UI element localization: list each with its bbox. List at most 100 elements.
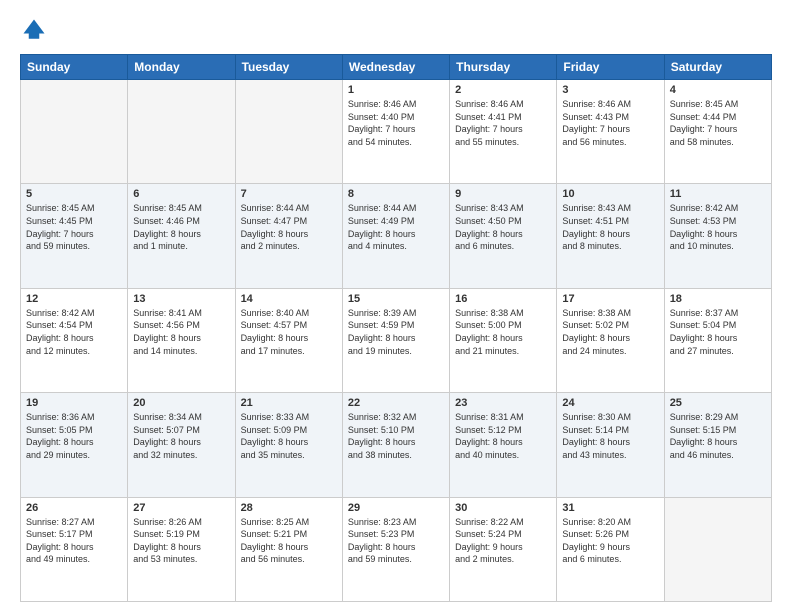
day-cell: 24 Sunrise: 8:30 AM Sunset: 5:14 PM Dayli… — [557, 393, 664, 497]
day-cell: 10Sunrise: 8:43 AM Sunset: 4:51 PM Dayli… — [557, 184, 664, 288]
day-cell: 22 Sunrise: 8:32 AM Sunset: 5:10 PM Dayli… — [342, 393, 449, 497]
header-row: SundayMondayTuesdayWednesdayThursdayFrid… — [21, 55, 772, 80]
day-cell: 21 Sunrise: 8:33 AM Sunset: 5:09 PM Dayli… — [235, 393, 342, 497]
day-number: 25 — [670, 397, 766, 409]
day-info: Sunrise: 8:22 AM Sunset: 5:24 PM Dayligh… — [455, 516, 551, 566]
day-info: Sunrise: 8:45 AM Sunset: 4:45 PM Dayligh… — [26, 202, 122, 252]
day-cell: 1Sunrise: 8:46 AM Sunset: 4:40 PM Daylig… — [342, 80, 449, 184]
day-number: 2 — [455, 84, 551, 96]
day-cell: 4 Sunrise: 8:45 AM Sunset: 4:44 PM Daylig… — [664, 80, 771, 184]
day-info: Sunrise: 8:29 AM Sunset: 5:15 PM Dayligh… — [670, 411, 766, 461]
day-cell: 8Sunrise: 8:44 AM Sunset: 4:49 PM Daylig… — [342, 184, 449, 288]
day-cell: 6 Sunrise: 8:45 AM Sunset: 4:46 PM Daylig… — [128, 184, 235, 288]
day-cell: 26 Sunrise: 8:27 AM Sunset: 5:17 PM Dayli… — [21, 497, 128, 601]
day-info: Sunrise: 8:46 AM Sunset: 4:41 PM Dayligh… — [455, 98, 551, 148]
day-cell: 25 Sunrise: 8:29 AM Sunset: 5:15 PM Dayli… — [664, 393, 771, 497]
day-cell: 11 Sunrise: 8:42 AM Sunset: 4:53 PM Dayli… — [664, 184, 771, 288]
day-number: 8 — [348, 188, 444, 200]
day-number: 30 — [455, 502, 551, 514]
week-row-3: 12 Sunrise: 8:42 AM Sunset: 4:54 PM Dayli… — [21, 288, 772, 392]
day-info: Sunrise: 8:23 AM Sunset: 5:23 PM Dayligh… — [348, 516, 444, 566]
day-cell: 28 Sunrise: 8:25 AM Sunset: 5:21 PM Dayli… — [235, 497, 342, 601]
day-cell: 17 Sunrise: 8:38 AM Sunset: 5:02 PM Dayli… — [557, 288, 664, 392]
page: SundayMondayTuesdayWednesdayThursdayFrid… — [0, 0, 792, 612]
day-info: Sunrise: 8:38 AM Sunset: 5:02 PM Dayligh… — [562, 307, 658, 357]
day-number: 7 — [241, 188, 337, 200]
day-info: Sunrise: 8:32 AM Sunset: 5:10 PM Dayligh… — [348, 411, 444, 461]
day-info: Sunrise: 8:36 AM Sunset: 5:05 PM Dayligh… — [26, 411, 122, 461]
day-info: Sunrise: 8:34 AM Sunset: 5:07 PM Dayligh… — [133, 411, 229, 461]
day-number: 5 — [26, 188, 122, 200]
day-cell: 2 Sunrise: 8:46 AM Sunset: 4:41 PM Daylig… — [450, 80, 557, 184]
day-info: Sunrise: 8:27 AM Sunset: 5:17 PM Dayligh… — [26, 516, 122, 566]
day-number: 24 — [562, 397, 658, 409]
header-cell-sunday: Sunday — [21, 55, 128, 80]
day-info: Sunrise: 8:37 AM Sunset: 5:04 PM Dayligh… — [670, 307, 766, 357]
day-info: Sunrise: 8:42 AM Sunset: 4:53 PM Dayligh… — [670, 202, 766, 252]
day-number: 21 — [241, 397, 337, 409]
day-cell — [664, 497, 771, 601]
day-cell: 5 Sunrise: 8:45 AM Sunset: 4:45 PM Daylig… — [21, 184, 128, 288]
day-info: Sunrise: 8:30 AM Sunset: 5:14 PM Dayligh… — [562, 411, 658, 461]
week-row-1: 1Sunrise: 8:46 AM Sunset: 4:40 PM Daylig… — [21, 80, 772, 184]
header-cell-wednesday: Wednesday — [342, 55, 449, 80]
day-cell: 15Sunrise: 8:39 AM Sunset: 4:59 PM Dayli… — [342, 288, 449, 392]
day-cell: 12 Sunrise: 8:42 AM Sunset: 4:54 PM Dayli… — [21, 288, 128, 392]
day-info: Sunrise: 8:42 AM Sunset: 4:54 PM Dayligh… — [26, 307, 122, 357]
day-cell: 18 Sunrise: 8:37 AM Sunset: 5:04 PM Dayli… — [664, 288, 771, 392]
day-number: 28 — [241, 502, 337, 514]
day-number: 22 — [348, 397, 444, 409]
day-number: 6 — [133, 188, 229, 200]
calendar-body: 1Sunrise: 8:46 AM Sunset: 4:40 PM Daylig… — [21, 80, 772, 602]
day-number: 12 — [26, 293, 122, 305]
day-cell — [128, 80, 235, 184]
day-number: 4 — [670, 84, 766, 96]
day-cell — [21, 80, 128, 184]
day-info: Sunrise: 8:33 AM Sunset: 5:09 PM Dayligh… — [241, 411, 337, 461]
day-info: Sunrise: 8:41 AM Sunset: 4:56 PM Dayligh… — [133, 307, 229, 357]
day-number: 31 — [562, 502, 658, 514]
day-info: Sunrise: 8:46 AM Sunset: 4:43 PM Dayligh… — [562, 98, 658, 148]
day-number: 19 — [26, 397, 122, 409]
day-cell: 16 Sunrise: 8:38 AM Sunset: 5:00 PM Dayli… — [450, 288, 557, 392]
week-row-2: 5 Sunrise: 8:45 AM Sunset: 4:45 PM Daylig… — [21, 184, 772, 288]
day-number: 9 — [455, 188, 551, 200]
day-info: Sunrise: 8:38 AM Sunset: 5:00 PM Dayligh… — [455, 307, 551, 357]
day-number: 14 — [241, 293, 337, 305]
day-number: 20 — [133, 397, 229, 409]
day-cell: 29 Sunrise: 8:23 AM Sunset: 5:23 PM Dayli… — [342, 497, 449, 601]
week-row-4: 19 Sunrise: 8:36 AM Sunset: 5:05 PM Dayli… — [21, 393, 772, 497]
day-number: 3 — [562, 84, 658, 96]
day-cell: 19 Sunrise: 8:36 AM Sunset: 5:05 PM Dayli… — [21, 393, 128, 497]
day-cell: 30 Sunrise: 8:22 AM Sunset: 5:24 PM Dayli… — [450, 497, 557, 601]
calendar-table: SundayMondayTuesdayWednesdayThursdayFrid… — [20, 54, 772, 602]
day-number: 18 — [670, 293, 766, 305]
header-cell-thursday: Thursday — [450, 55, 557, 80]
day-number: 13 — [133, 293, 229, 305]
day-info: Sunrise: 8:31 AM Sunset: 5:12 PM Dayligh… — [455, 411, 551, 461]
day-info: Sunrise: 8:46 AM Sunset: 4:40 PM Dayligh… — [348, 98, 444, 148]
day-info: Sunrise: 8:45 AM Sunset: 4:46 PM Dayligh… — [133, 202, 229, 252]
day-number: 27 — [133, 502, 229, 514]
day-cell: 13 Sunrise: 8:41 AM Sunset: 4:56 PM Dayli… — [128, 288, 235, 392]
day-number: 29 — [348, 502, 444, 514]
header-cell-friday: Friday — [557, 55, 664, 80]
day-info: Sunrise: 8:25 AM Sunset: 5:21 PM Dayligh… — [241, 516, 337, 566]
day-number: 26 — [26, 502, 122, 514]
day-cell: 7 Sunrise: 8:44 AM Sunset: 4:47 PM Daylig… — [235, 184, 342, 288]
header-cell-tuesday: Tuesday — [235, 55, 342, 80]
day-cell: 23 Sunrise: 8:31 AM Sunset: 5:12 PM Dayli… — [450, 393, 557, 497]
day-number: 16 — [455, 293, 551, 305]
day-cell: 14Sunrise: 8:40 AM Sunset: 4:57 PM Dayli… — [235, 288, 342, 392]
day-info: Sunrise: 8:45 AM Sunset: 4:44 PM Dayligh… — [670, 98, 766, 148]
day-number: 11 — [670, 188, 766, 200]
day-number: 17 — [562, 293, 658, 305]
day-number: 23 — [455, 397, 551, 409]
header-cell-saturday: Saturday — [664, 55, 771, 80]
day-info: Sunrise: 8:43 AM Sunset: 4:50 PM Dayligh… — [455, 202, 551, 252]
day-number: 15 — [348, 293, 444, 305]
day-cell: 27 Sunrise: 8:26 AM Sunset: 5:19 PM Dayli… — [128, 497, 235, 601]
day-info: Sunrise: 8:44 AM Sunset: 4:47 PM Dayligh… — [241, 202, 337, 252]
calendar-header: SundayMondayTuesdayWednesdayThursdayFrid… — [21, 55, 772, 80]
day-info: Sunrise: 8:26 AM Sunset: 5:19 PM Dayligh… — [133, 516, 229, 566]
